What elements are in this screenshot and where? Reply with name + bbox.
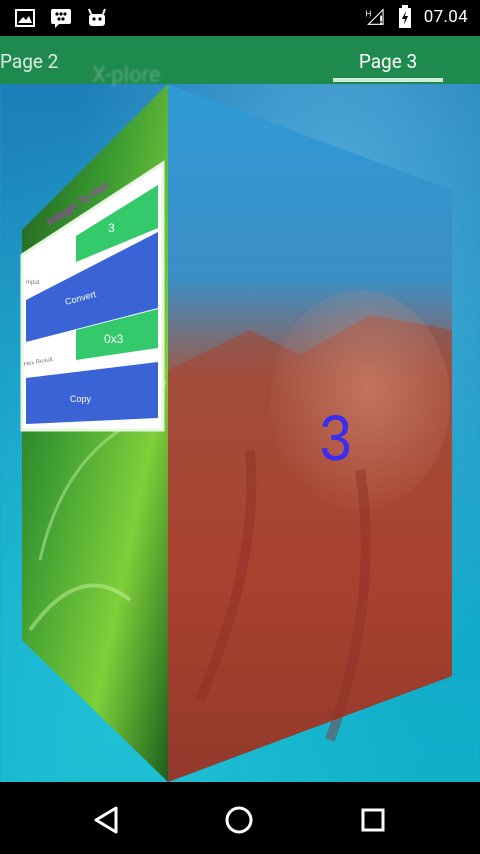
home-button[interactable] xyxy=(219,800,259,840)
recents-button[interactable] xyxy=(353,800,393,840)
cube-transition: Integer To Hex 3 Input Convert 0x3 Hex R… xyxy=(20,84,452,782)
left-cube-face: Integer To Hex 3 Input Convert 0x3 Hex R… xyxy=(20,84,168,782)
home-icon xyxy=(225,806,253,834)
gallery-icon xyxy=(14,7,36,29)
android-icon xyxy=(86,7,108,29)
back-button[interactable] xyxy=(86,800,126,840)
tab-strip: Page 2 Page 3 xyxy=(0,36,480,84)
back-icon xyxy=(94,806,118,834)
tab-page-3[interactable]: Page 3 xyxy=(333,36,443,84)
tab-page-2[interactable]: Page 2 xyxy=(0,36,58,84)
input-value: 3 xyxy=(108,221,115,235)
tab-indicator xyxy=(333,78,443,82)
clock: 07.04 xyxy=(423,7,468,27)
recents-icon xyxy=(361,808,385,832)
battery-charging-icon xyxy=(394,5,416,28)
result-value: 0x3 xyxy=(104,332,124,346)
signal-h-icon: H xyxy=(364,6,386,28)
svg-text:H: H xyxy=(365,9,371,18)
copy-label: Copy xyxy=(70,394,92,404)
status-bar: H 07.04 xyxy=(0,0,480,36)
bbm-icon xyxy=(50,7,72,29)
page-number-label: 3 xyxy=(320,402,352,473)
right-cube-face: 3 xyxy=(168,84,452,782)
navigation-bar xyxy=(0,782,480,854)
input-label: Input xyxy=(26,280,40,286)
